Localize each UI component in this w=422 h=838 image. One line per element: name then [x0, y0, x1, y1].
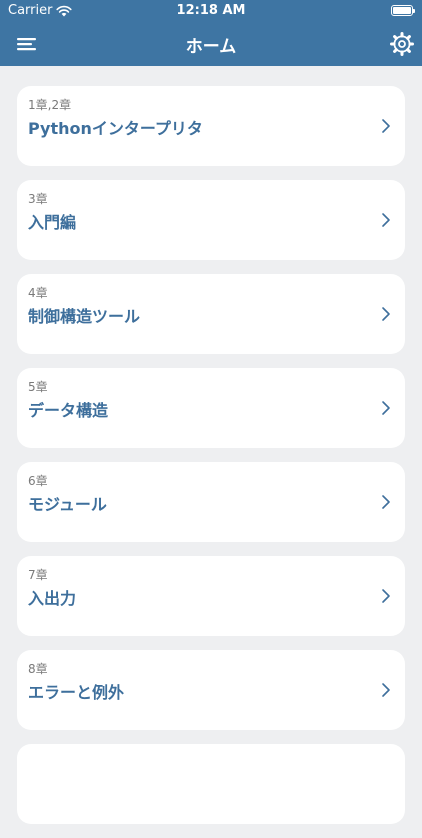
- status-bar: Carrier 12:18 AM: [0, 0, 422, 22]
- status-time: 12:18 AM: [176, 3, 246, 18]
- chapter-card-4[interactable]: 4章 制御構造ツール: [17, 274, 405, 354]
- chapter-card-partial[interactable]: [17, 744, 405, 824]
- chapter-title: 入門編: [28, 213, 77, 232]
- chapter-number: 3章: [28, 192, 48, 206]
- chevron-right-icon: [382, 401, 390, 415]
- chapter-title: Pythonインタープリタ: [28, 119, 203, 138]
- chevron-right-icon: [382, 307, 390, 321]
- chevron-right-icon: [382, 119, 390, 133]
- battery-icon: [391, 5, 415, 16]
- chapter-number: 7章: [28, 568, 48, 582]
- chevron-right-icon: [382, 589, 390, 603]
- chapter-card-5[interactable]: 5章 データ構造: [17, 368, 405, 448]
- chevron-right-icon: [382, 213, 390, 227]
- chapter-number: 6章: [28, 474, 48, 488]
- chapter-card-8[interactable]: 8章 エラーと例外: [17, 650, 405, 730]
- chapter-title: 入出力: [28, 589, 77, 608]
- chapter-card-6[interactable]: 6章 モジュール: [17, 462, 405, 542]
- chapter-title: 制御構造ツール: [28, 307, 141, 326]
- chapter-number: 8章: [28, 662, 48, 676]
- chevron-right-icon: [382, 683, 390, 697]
- chapter-card-3[interactable]: 3章 入門編: [17, 180, 405, 260]
- chapter-card-1-2[interactable]: 1章,2章 Pythonインタープリタ: [17, 86, 405, 166]
- gear-icon: [390, 32, 414, 56]
- chapter-number: 4章: [28, 286, 48, 300]
- page-title: ホーム: [185, 37, 237, 57]
- navigation-bar: ホーム: [0, 22, 422, 66]
- chapter-list: 1章,2章 Pythonインタープリタ 3章 入門編 4章 制御構造ツール 5章…: [17, 86, 405, 838]
- chevron-right-icon: [382, 495, 390, 509]
- chapter-title: データ構造: [28, 401, 109, 420]
- chapter-card-7[interactable]: 7章 入出力: [17, 556, 405, 636]
- chapter-title: エラーと例外: [28, 683, 125, 702]
- chapter-number: 1章,2章: [28, 98, 72, 112]
- settings-button[interactable]: [388, 30, 416, 58]
- chapter-number: 5章: [28, 380, 48, 394]
- chapter-title: モジュール: [28, 495, 107, 514]
